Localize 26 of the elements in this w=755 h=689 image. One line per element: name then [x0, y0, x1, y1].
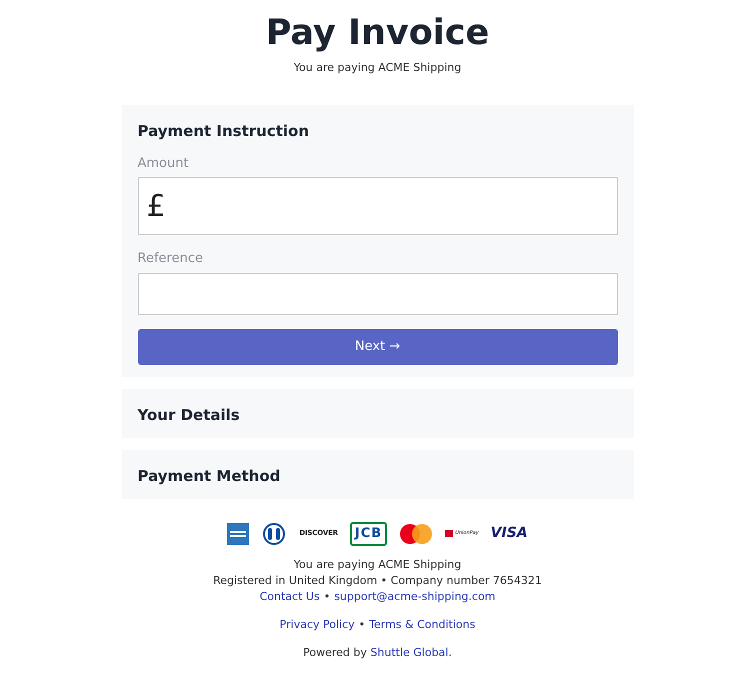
payee-text: You are paying ACME Shipping: [294, 556, 462, 572]
field-label: Amount: [138, 154, 190, 172]
separator-dot: •: [324, 588, 330, 604]
section-title[interactable]: Payment Instruction: [138, 120, 618, 142]
card-logo: JCB: [350, 522, 388, 546]
contact-link[interactable]: Contact Us: [260, 588, 320, 604]
shuttle-global-link[interactable]: Shuttle Global: [370, 646, 448, 658]
reference-field[interactable]: [138, 272, 618, 314]
section-title[interactable]: Your Details: [138, 404, 618, 426]
powered-by-text: Powered by Shuttle Global.: [303, 644, 452, 660]
section-title[interactable]: Payment Method: [138, 464, 618, 486]
card-logo-icon: [399, 522, 434, 544]
separator-dot: •: [358, 616, 366, 632]
registration-text: Registered in United Kingdom • Company number 7654321: [213, 572, 542, 588]
privacy-link[interactable]: Privacy Policy: [280, 616, 355, 632]
next-button[interactable]: Next →: [138, 328, 618, 364]
page-subtitle: You are paying ACME Shipping: [294, 60, 462, 76]
card-logo-icon: [261, 522, 288, 544]
email-link[interactable]: support@acme-shipping.com: [334, 588, 496, 604]
amount-field[interactable]: £: [138, 177, 618, 235]
currency-symbol: £: [146, 188, 166, 226]
page-title: Pay Invoice: [266, 12, 490, 55]
card-logo: VISA: [490, 524, 528, 543]
terms-link[interactable]: Terms & Conditions: [369, 616, 476, 632]
card-logo-icon: [227, 522, 250, 544]
field-label: Reference: [138, 250, 204, 268]
